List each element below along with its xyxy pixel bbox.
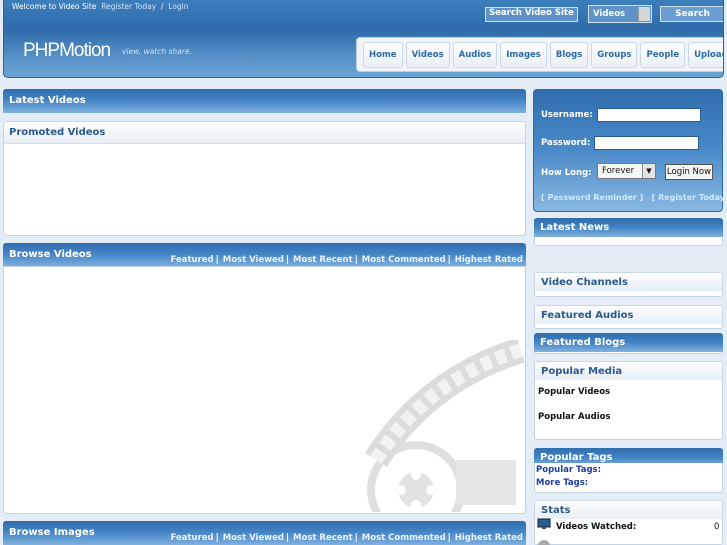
featured-audios-box bbox=[534, 324, 723, 329]
tab-highest-rated[interactable]: Highest Rated bbox=[455, 533, 523, 543]
search-button[interactable]: Search bbox=[660, 6, 723, 22]
login-link[interactable]: Login bbox=[168, 2, 188, 11]
welcome-text: Welcome to Video Site bbox=[12, 2, 97, 11]
login-separator: / bbox=[160, 2, 164, 11]
promoted-videos-title: Promoted Videos bbox=[4, 122, 525, 144]
latest-videos-title: Latest Videos bbox=[9, 95, 86, 106]
tab-featured[interactable]: Featured bbox=[171, 255, 214, 265]
featured-audios-title: Featured Audios bbox=[541, 310, 634, 321]
nav-people[interactable]: People bbox=[640, 41, 686, 68]
password-label: Password: bbox=[541, 138, 591, 148]
site-tagline: view, watch share. bbox=[122, 47, 192, 56]
tab-most-commented[interactable]: Most Commented bbox=[362, 533, 446, 543]
tab-separator: | bbox=[354, 533, 358, 543]
username-input[interactable] bbox=[597, 108, 701, 122]
nav-upload[interactable]: Upload bbox=[688, 41, 723, 68]
tab-most-viewed[interactable]: Most Viewed bbox=[223, 533, 284, 543]
video-channels-box bbox=[534, 291, 723, 297]
search-scope-select[interactable]: Videos bbox=[588, 5, 652, 23]
browse-images-title: Browse Images bbox=[9, 527, 95, 538]
browse-images-header: Browse Images Featured | Most Viewed | Most … bbox=[3, 521, 526, 545]
latest-news-title: Latest News bbox=[540, 222, 610, 233]
videos-watched-value: 0 bbox=[714, 522, 720, 532]
login-links: [ Password Reminder ] [ Register Today ] bbox=[541, 193, 727, 202]
main-nav: Home Videos Audios Images Blogs Groups P… bbox=[356, 37, 723, 72]
how-long-select[interactable]: Forever ▼ bbox=[597, 163, 656, 179]
popular-videos-link[interactable]: Popular Videos bbox=[538, 387, 610, 397]
tab-separator: | bbox=[447, 255, 451, 265]
password-reminder-link[interactable]: [ Password Reminder ] bbox=[541, 193, 643, 202]
login-button[interactable]: Login Now bbox=[665, 164, 713, 180]
search-scope-value: Videos bbox=[593, 9, 626, 19]
stats-header: Stats bbox=[534, 500, 723, 519]
latest-news-header: Latest News bbox=[534, 218, 723, 237]
tab-separator: | bbox=[354, 255, 358, 265]
tab-separator: | bbox=[447, 533, 451, 543]
tab-separator: | bbox=[215, 255, 219, 265]
featured-blogs-title: Featured Blogs bbox=[540, 337, 626, 348]
chevron-down-icon: ▼ bbox=[642, 164, 655, 178]
tab-separator: | bbox=[215, 533, 219, 543]
browse-videos-header: Browse Videos Featured | Most Viewed | Most … bbox=[3, 243, 526, 267]
video-channels-title: Video Channels bbox=[541, 277, 628, 288]
tab-highest-rated[interactable]: Highest Rated bbox=[455, 255, 523, 265]
nav-videos[interactable]: Videos bbox=[405, 41, 450, 68]
stats-title: Stats bbox=[541, 505, 571, 516]
search-input[interactable]: Search Video Site bbox=[485, 7, 578, 22]
popular-tags-title: Popular Tags bbox=[540, 452, 613, 463]
tab-separator: | bbox=[285, 255, 290, 265]
monitor-icon bbox=[537, 518, 551, 529]
nav-audios[interactable]: Audios bbox=[452, 41, 498, 68]
nav-blogs[interactable]: Blogs bbox=[549, 41, 589, 68]
welcome-bar: Welcome to Video Site Register Today / L… bbox=[12, 2, 188, 11]
site-logo[interactable]: PHPMotion bbox=[23, 40, 111, 62]
nav-images[interactable]: Images bbox=[500, 41, 547, 68]
username-label: Username: bbox=[541, 110, 593, 120]
disc-icon bbox=[538, 540, 550, 545]
popular-media-header: Popular Media bbox=[534, 361, 723, 380]
tab-separator: | bbox=[285, 533, 290, 543]
latest-videos-header: Latest Videos bbox=[3, 89, 526, 113]
browse-images-tabs: Featured | Most Viewed | Most Recent | Most Co… bbox=[171, 532, 524, 544]
promoted-videos-panel: Promoted Videos bbox=[3, 121, 526, 236]
browse-videos-title: Browse Videos bbox=[9, 249, 92, 260]
register-link[interactable]: Register Today bbox=[101, 2, 156, 11]
popular-audios-link[interactable]: Popular Audios bbox=[538, 412, 611, 422]
latest-news-box bbox=[534, 237, 723, 246]
register-today-link[interactable]: [ Register Today ] bbox=[652, 193, 727, 202]
how-long-label: How Long: bbox=[541, 168, 592, 178]
nav-home[interactable]: Home bbox=[363, 41, 403, 68]
more-tags-label[interactable]: More Tags: bbox=[536, 478, 588, 488]
popular-tags-label[interactable]: Popular Tags: bbox=[536, 465, 601, 475]
tab-most-viewed[interactable]: Most Viewed bbox=[223, 255, 284, 265]
popular-media-title: Popular Media bbox=[541, 366, 623, 377]
password-input[interactable] bbox=[594, 136, 699, 150]
tab-featured[interactable]: Featured bbox=[171, 533, 214, 543]
video-channels-header: Video Channels bbox=[534, 272, 723, 291]
videos-watched-label: Videos Watched: bbox=[556, 522, 637, 532]
select-arrow-icon bbox=[638, 7, 650, 21]
featured-blogs-header: Featured Blogs bbox=[534, 333, 723, 352]
tab-most-recent[interactable]: Most Recent bbox=[293, 255, 353, 265]
site-header: Welcome to Video Site Register Today / L… bbox=[3, 0, 724, 78]
tab-most-recent[interactable]: Most Recent bbox=[293, 533, 353, 543]
featured-blogs-box bbox=[534, 352, 723, 354]
film-reel-decoration-icon bbox=[364, 340, 526, 512]
how-long-value: Forever bbox=[602, 166, 635, 176]
browse-videos-tabs: Featured | Most Viewed | Most Recent | Most Co… bbox=[171, 254, 524, 266]
nav-groups[interactable]: Groups bbox=[591, 41, 638, 68]
tab-most-commented[interactable]: Most Commented bbox=[362, 255, 446, 265]
featured-audios-header: Featured Audios bbox=[534, 305, 723, 324]
